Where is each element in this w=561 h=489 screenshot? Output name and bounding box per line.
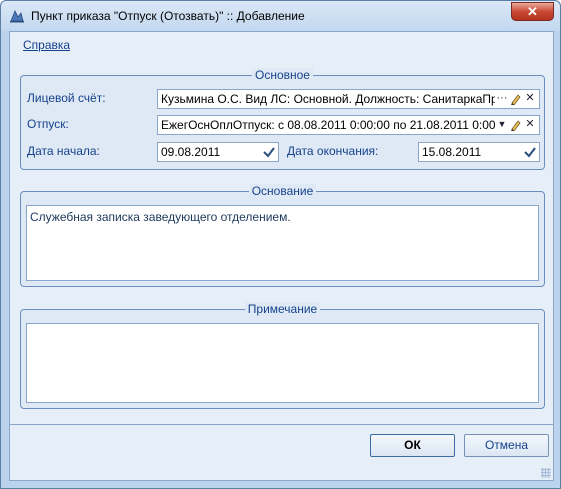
help-menu-link[interactable]: Справка (23, 38, 70, 52)
dialog-client-area: Справка Основное Лицевой счёт: Кузьмина … (9, 31, 554, 481)
note-group-legend: Примечание (244, 302, 321, 316)
vacation-label: Отпуск: (27, 117, 69, 131)
end-date-value: 15.08.2011 (422, 145, 482, 159)
reason-group-legend: Основание (248, 184, 317, 198)
account-label: Лицевой счёт: (27, 91, 106, 105)
app-icon (10, 10, 24, 23)
window-title: Пункт приказа "Отпуск (Отозвать)" :: Доб… (31, 9, 305, 23)
footer-separator (10, 424, 553, 425)
start-date-field[interactable]: 09.08.2011 (157, 142, 279, 162)
edit-icon[interactable] (509, 91, 523, 107)
dialog-window: Пункт приказа "Отпуск (Отозвать)" :: Доб… (0, 0, 561, 489)
checkmark-dropdown-icon[interactable] (522, 144, 538, 160)
reason-textarea[interactable]: Служебная записка заведующего отделением… (26, 205, 539, 281)
start-date-value: 09.08.2011 (161, 145, 221, 159)
close-icon: ✕ (527, 4, 538, 19)
resize-grip-icon[interactable] (541, 468, 551, 478)
title-bar[interactable]: Пункт приказа "Отпуск (Отозвать)" :: Доб… (1, 1, 560, 31)
cancel-button[interactable]: Отмена (464, 434, 549, 457)
note-group: Примечание (20, 302, 545, 409)
account-field[interactable]: Кузьмина О.С. Вид ЛС: Основной. Должност… (157, 89, 540, 109)
end-date-label: Дата окончания: (287, 144, 379, 158)
reason-group: Основание Служебная записка заведующего … (20, 184, 545, 287)
vacation-field[interactable]: ЕжегОснОплОтпуск: с 08.08.2011 0:00:00 п… (157, 115, 540, 135)
clear-icon[interactable]: ✕ (523, 91, 537, 107)
close-button[interactable]: ✕ (511, 2, 554, 21)
ok-button[interactable]: ОК (370, 434, 455, 457)
account-value: Кузьмина О.С. Вид ЛС: Основной. Должност… (161, 92, 495, 106)
main-group-legend: Основное (252, 68, 313, 82)
start-date-label: Дата начала: (27, 144, 100, 158)
clear-icon[interactable]: ✕ (523, 117, 537, 133)
note-textarea[interactable] (26, 323, 539, 403)
edit-icon[interactable] (509, 117, 523, 133)
ellipsis-icon[interactable]: ··· (495, 91, 509, 107)
vacation-value: ЕжегОснОплОтпуск: с 08.08.2011 0:00:00 п… (161, 118, 495, 132)
reason-text: Служебная записка заведующего отделением… (30, 210, 291, 224)
end-date-field[interactable]: 15.08.2011 (418, 142, 540, 162)
main-group: Основное Лицевой счёт: Кузьмина О.С. Вид… (20, 68, 545, 170)
checkmark-dropdown-icon[interactable] (261, 144, 277, 160)
dropdown-icon[interactable]: ▼ (495, 117, 509, 133)
